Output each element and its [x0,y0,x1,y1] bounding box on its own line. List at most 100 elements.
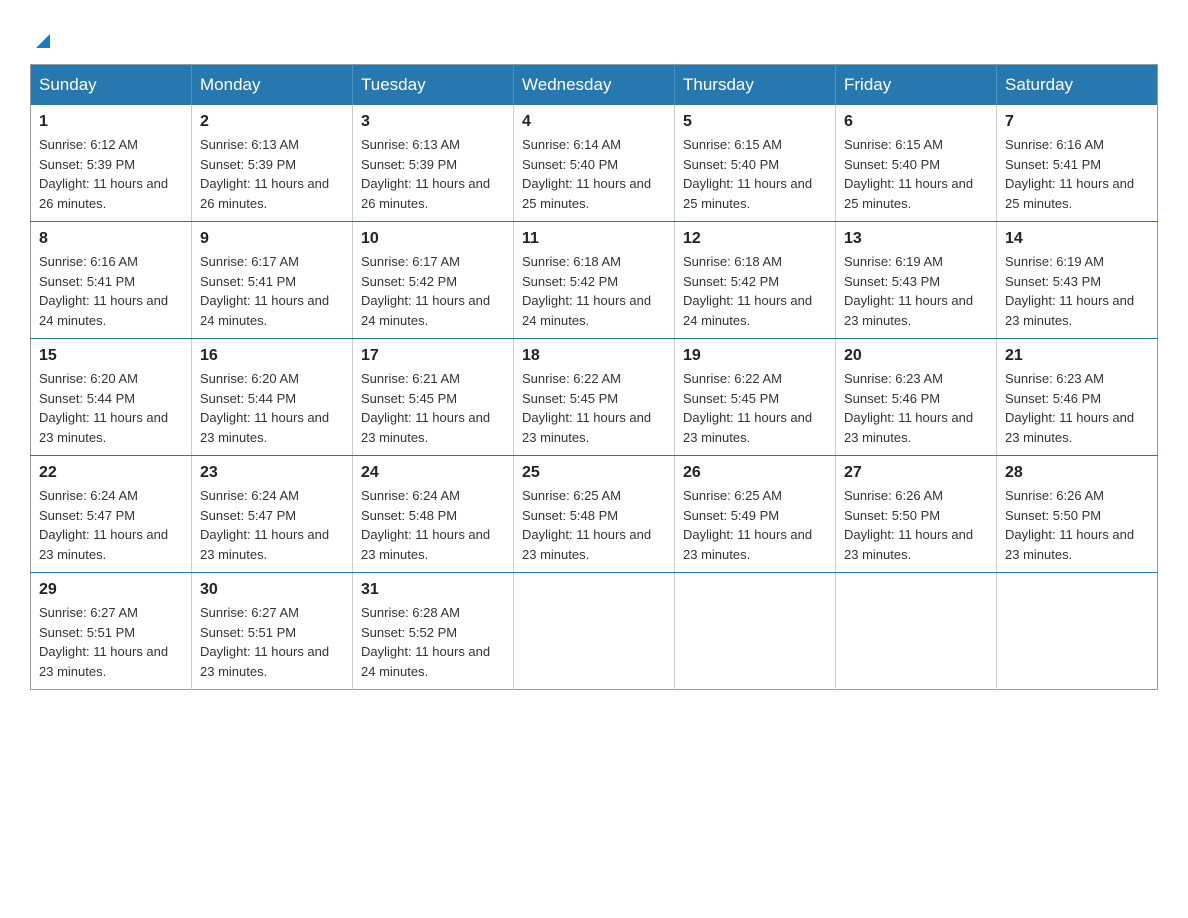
calendar-cell: 15 Sunrise: 6:20 AMSunset: 5:44 PMDaylig… [31,339,192,456]
day-number: 22 [39,464,183,482]
day-number: 7 [1005,113,1149,131]
day-info: Sunrise: 6:15 AMSunset: 5:40 PMDaylight:… [844,135,988,213]
day-number: 18 [522,347,666,365]
day-number: 5 [683,113,827,131]
day-number: 10 [361,230,505,248]
calendar-week-row: 29 Sunrise: 6:27 AMSunset: 5:51 PMDaylig… [31,573,1158,690]
day-number: 3 [361,113,505,131]
calendar-cell: 8 Sunrise: 6:16 AMSunset: 5:41 PMDayligh… [31,222,192,339]
logo-triangle-icon [32,30,54,52]
day-info: Sunrise: 6:27 AMSunset: 5:51 PMDaylight:… [39,603,183,681]
day-info: Sunrise: 6:28 AMSunset: 5:52 PMDaylight:… [361,603,505,681]
calendar-cell: 14 Sunrise: 6:19 AMSunset: 5:43 PMDaylig… [997,222,1158,339]
day-info: Sunrise: 6:23 AMSunset: 5:46 PMDaylight:… [1005,369,1149,447]
day-info: Sunrise: 6:18 AMSunset: 5:42 PMDaylight:… [522,252,666,330]
day-number: 29 [39,581,183,599]
day-info: Sunrise: 6:16 AMSunset: 5:41 PMDaylight:… [1005,135,1149,213]
calendar-cell [675,573,836,690]
day-info: Sunrise: 6:17 AMSunset: 5:42 PMDaylight:… [361,252,505,330]
day-info: Sunrise: 6:25 AMSunset: 5:49 PMDaylight:… [683,486,827,564]
logo [30,30,54,44]
day-number: 19 [683,347,827,365]
day-number: 16 [200,347,344,365]
day-info: Sunrise: 6:23 AMSunset: 5:46 PMDaylight:… [844,369,988,447]
day-info: Sunrise: 6:22 AMSunset: 5:45 PMDaylight:… [522,369,666,447]
day-number: 9 [200,230,344,248]
day-info: Sunrise: 6:18 AMSunset: 5:42 PMDaylight:… [683,252,827,330]
calendar-cell: 3 Sunrise: 6:13 AMSunset: 5:39 PMDayligh… [353,105,514,222]
day-number: 2 [200,113,344,131]
calendar-cell: 29 Sunrise: 6:27 AMSunset: 5:51 PMDaylig… [31,573,192,690]
calendar-week-row: 22 Sunrise: 6:24 AMSunset: 5:47 PMDaylig… [31,456,1158,573]
day-number: 14 [1005,230,1149,248]
calendar-cell: 7 Sunrise: 6:16 AMSunset: 5:41 PMDayligh… [997,105,1158,222]
day-number: 6 [844,113,988,131]
day-info: Sunrise: 6:24 AMSunset: 5:48 PMDaylight:… [361,486,505,564]
calendar-cell [514,573,675,690]
day-info: Sunrise: 6:20 AMSunset: 5:44 PMDaylight:… [39,369,183,447]
calendar-cell: 25 Sunrise: 6:25 AMSunset: 5:48 PMDaylig… [514,456,675,573]
day-info: Sunrise: 6:26 AMSunset: 5:50 PMDaylight:… [844,486,988,564]
col-header-monday: Monday [192,65,353,106]
day-number: 25 [522,464,666,482]
calendar-cell: 24 Sunrise: 6:24 AMSunset: 5:48 PMDaylig… [353,456,514,573]
calendar-cell: 17 Sunrise: 6:21 AMSunset: 5:45 PMDaylig… [353,339,514,456]
day-info: Sunrise: 6:15 AMSunset: 5:40 PMDaylight:… [683,135,827,213]
day-number: 13 [844,230,988,248]
calendar-week-row: 1 Sunrise: 6:12 AMSunset: 5:39 PMDayligh… [31,105,1158,222]
day-number: 12 [683,230,827,248]
calendar-cell: 18 Sunrise: 6:22 AMSunset: 5:45 PMDaylig… [514,339,675,456]
calendar-cell: 20 Sunrise: 6:23 AMSunset: 5:46 PMDaylig… [836,339,997,456]
day-number: 28 [1005,464,1149,482]
day-number: 11 [522,230,666,248]
calendar-cell: 23 Sunrise: 6:24 AMSunset: 5:47 PMDaylig… [192,456,353,573]
col-header-friday: Friday [836,65,997,106]
day-info: Sunrise: 6:13 AMSunset: 5:39 PMDaylight:… [200,135,344,213]
calendar-cell: 11 Sunrise: 6:18 AMSunset: 5:42 PMDaylig… [514,222,675,339]
day-number: 15 [39,347,183,365]
day-info: Sunrise: 6:13 AMSunset: 5:39 PMDaylight:… [361,135,505,213]
calendar-cell: 2 Sunrise: 6:13 AMSunset: 5:39 PMDayligh… [192,105,353,222]
day-number: 30 [200,581,344,599]
calendar-cell: 21 Sunrise: 6:23 AMSunset: 5:46 PMDaylig… [997,339,1158,456]
day-info: Sunrise: 6:21 AMSunset: 5:45 PMDaylight:… [361,369,505,447]
day-info: Sunrise: 6:24 AMSunset: 5:47 PMDaylight:… [200,486,344,564]
day-info: Sunrise: 6:22 AMSunset: 5:45 PMDaylight:… [683,369,827,447]
calendar-table: SundayMondayTuesdayWednesdayThursdayFrid… [30,64,1158,690]
day-info: Sunrise: 6:17 AMSunset: 5:41 PMDaylight:… [200,252,344,330]
calendar-cell: 9 Sunrise: 6:17 AMSunset: 5:41 PMDayligh… [192,222,353,339]
day-info: Sunrise: 6:16 AMSunset: 5:41 PMDaylight:… [39,252,183,330]
day-number: 24 [361,464,505,482]
day-info: Sunrise: 6:19 AMSunset: 5:43 PMDaylight:… [1005,252,1149,330]
day-info: Sunrise: 6:25 AMSunset: 5:48 PMDaylight:… [522,486,666,564]
day-info: Sunrise: 6:24 AMSunset: 5:47 PMDaylight:… [39,486,183,564]
calendar-header-row: SundayMondayTuesdayWednesdayThursdayFrid… [31,65,1158,106]
col-header-sunday: Sunday [31,65,192,106]
calendar-cell: 22 Sunrise: 6:24 AMSunset: 5:47 PMDaylig… [31,456,192,573]
calendar-cell: 6 Sunrise: 6:15 AMSunset: 5:40 PMDayligh… [836,105,997,222]
calendar-cell: 26 Sunrise: 6:25 AMSunset: 5:49 PMDaylig… [675,456,836,573]
calendar-cell: 5 Sunrise: 6:15 AMSunset: 5:40 PMDayligh… [675,105,836,222]
calendar-cell: 13 Sunrise: 6:19 AMSunset: 5:43 PMDaylig… [836,222,997,339]
col-header-wednesday: Wednesday [514,65,675,106]
day-number: 31 [361,581,505,599]
day-number: 27 [844,464,988,482]
day-number: 8 [39,230,183,248]
calendar-cell: 28 Sunrise: 6:26 AMSunset: 5:50 PMDaylig… [997,456,1158,573]
col-header-thursday: Thursday [675,65,836,106]
col-header-tuesday: Tuesday [353,65,514,106]
day-number: 23 [200,464,344,482]
calendar-cell [836,573,997,690]
day-number: 26 [683,464,827,482]
calendar-cell: 12 Sunrise: 6:18 AMSunset: 5:42 PMDaylig… [675,222,836,339]
calendar-cell: 1 Sunrise: 6:12 AMSunset: 5:39 PMDayligh… [31,105,192,222]
calendar-cell: 30 Sunrise: 6:27 AMSunset: 5:51 PMDaylig… [192,573,353,690]
day-info: Sunrise: 6:26 AMSunset: 5:50 PMDaylight:… [1005,486,1149,564]
day-number: 1 [39,113,183,131]
calendar-week-row: 8 Sunrise: 6:16 AMSunset: 5:41 PMDayligh… [31,222,1158,339]
calendar-cell: 4 Sunrise: 6:14 AMSunset: 5:40 PMDayligh… [514,105,675,222]
calendar-week-row: 15 Sunrise: 6:20 AMSunset: 5:44 PMDaylig… [31,339,1158,456]
calendar-cell: 27 Sunrise: 6:26 AMSunset: 5:50 PMDaylig… [836,456,997,573]
calendar-cell: 31 Sunrise: 6:28 AMSunset: 5:52 PMDaylig… [353,573,514,690]
page-header [30,30,1158,44]
